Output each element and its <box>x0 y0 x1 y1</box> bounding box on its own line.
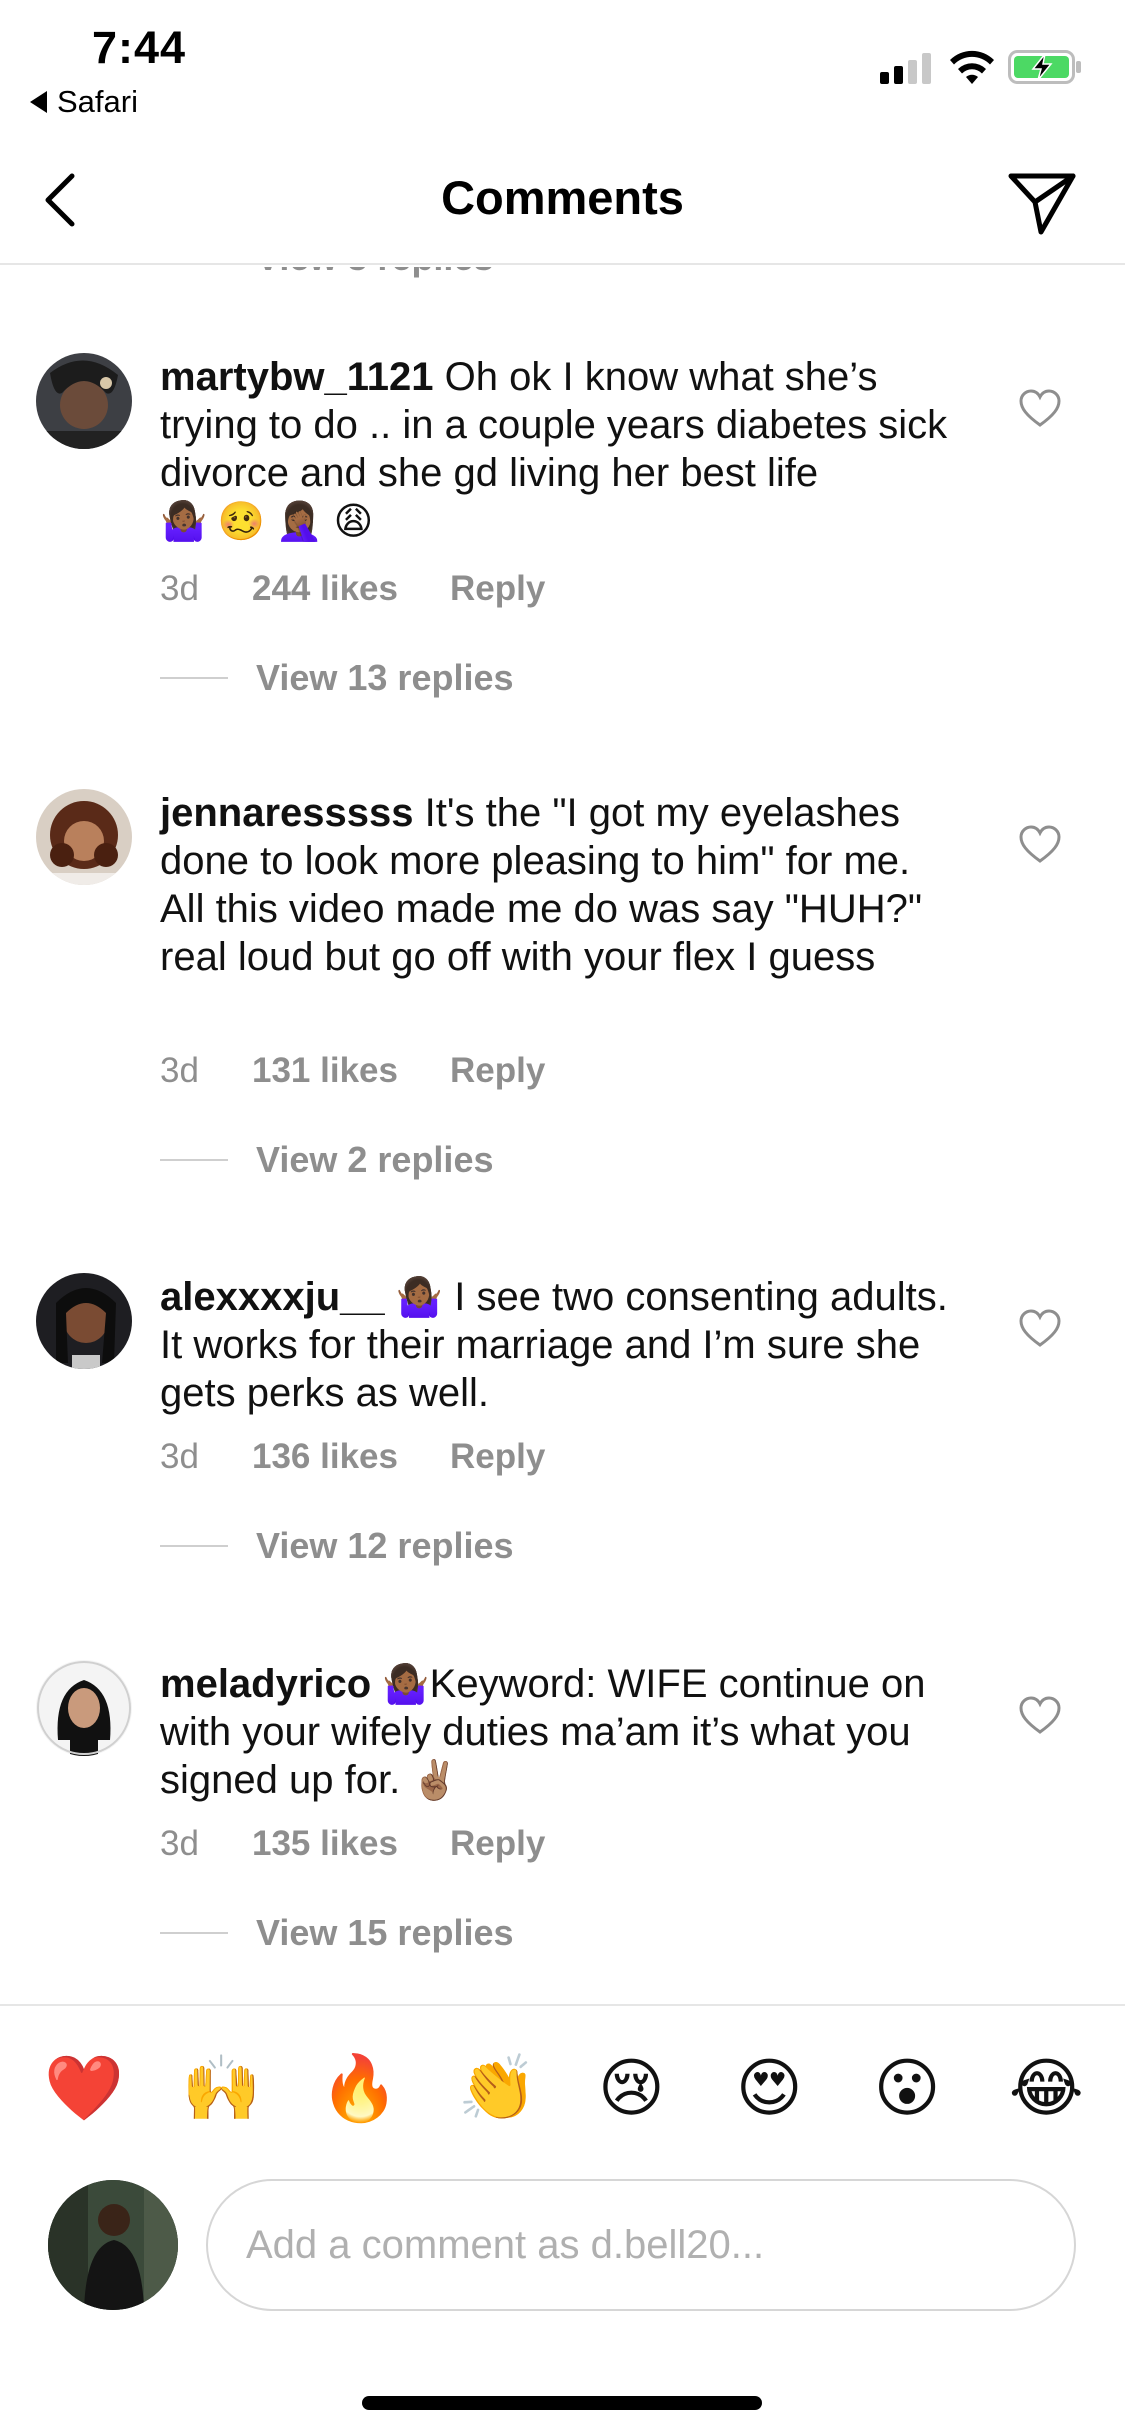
emoji-surprised-button[interactable]: 😮 <box>871 2052 943 2124</box>
emoji-laughing-button[interactable]: 😂 <box>1009 2052 1084 2124</box>
reply-button[interactable]: Reply <box>450 1824 545 1864</box>
view-replies-cutoff[interactable]: View 3 replies <box>256 267 493 279</box>
like-heart-icon[interactable] <box>1018 825 1062 865</box>
status-bar: 7:44 Safari <box>0 0 1125 140</box>
my-avatar <box>48 2180 178 2310</box>
comment-meta: 3d 136 likes Reply <box>160 1437 545 1477</box>
avatar[interactable] <box>36 789 132 885</box>
comment-time: 3d <box>160 1824 199 1863</box>
comment-likes[interactable]: 135 likes <box>252 1824 398 1864</box>
avatar[interactable] <box>36 1660 132 1756</box>
comment-body: alexxxxju__ 🤷🏾‍♀️ I see two consenting a… <box>160 1273 960 1417</box>
comment-time: 3d <box>160 1437 199 1476</box>
emoji-reaction-bar: ❤️ 🙌 🔥 👏 😢 😍 😮 😂 <box>0 2004 1125 2124</box>
comment-username[interactable]: martybw_1121 <box>160 355 434 399</box>
comment-meta: 3d 135 likes Reply <box>160 1824 545 1864</box>
comments-list[interactable]: View 3 replies martybw_1121 Oh ok I know… <box>0 267 1125 2004</box>
comment-time: 3d <box>160 569 199 608</box>
comment-username[interactable]: meladyrico <box>160 1662 371 1706</box>
replies-divider <box>160 1545 228 1547</box>
cellular-signal-icon <box>880 52 931 84</box>
comment-username[interactable]: jennaresssss <box>160 791 414 835</box>
view-replies-label: View 12 replies <box>256 1525 514 1566</box>
comment-likes[interactable]: 244 likes <box>252 569 398 609</box>
view-replies-button[interactable]: View 2 replies <box>160 1139 493 1181</box>
replies-divider <box>160 1932 228 1934</box>
comment-body: meladyrico 🤷🏾‍♀️Keyword: WIFE continue o… <box>160 1660 960 1804</box>
avatar[interactable] <box>36 353 132 449</box>
view-replies-button[interactable]: View 15 replies <box>160 1912 514 1954</box>
back-chevron-icon[interactable] <box>34 160 94 240</box>
comment-body: jennaresssss It's the "I got my eyelashe… <box>160 789 960 981</box>
emoji-clap-button[interactable]: 👏 <box>458 2052 538 2124</box>
emoji-heart-eyes-button[interactable]: 😍 <box>733 2052 805 2124</box>
emoji-heart-button[interactable]: ❤️ <box>44 2052 124 2124</box>
comment-composer <box>0 2170 1125 2320</box>
emoji-fire-button[interactable]: 🔥 <box>320 2052 400 2124</box>
page-title: Comments <box>441 171 684 224</box>
replies-divider <box>160 1159 228 1161</box>
view-replies-button[interactable]: View 13 replies <box>160 657 514 699</box>
like-heart-icon[interactable] <box>1018 1309 1062 1349</box>
avatar[interactable] <box>36 1273 132 1369</box>
comment-lead-emoji: 🤷🏾‍♀️ <box>395 1277 444 1319</box>
like-heart-icon[interactable] <box>1018 1696 1062 1736</box>
home-indicator[interactable] <box>362 2396 762 2410</box>
wifi-icon <box>950 50 994 84</box>
comment-lead-emoji: 🤷🏾‍♀️ <box>382 1664 430 1706</box>
reply-button[interactable]: Reply <box>450 569 545 609</box>
replies-divider <box>160 677 228 679</box>
comment-likes[interactable]: 136 likes <box>252 1437 398 1477</box>
send-direct-icon[interactable] <box>1005 166 1079 240</box>
comments-header: Comments <box>0 140 1125 265</box>
view-replies-label: View 15 replies <box>256 1912 514 1953</box>
back-to-app-link[interactable]: Safari <box>30 84 138 120</box>
comment-input[interactable] <box>206 2179 1076 2311</box>
comment-emojis: 🤷🏾‍♀️ 🥴 🤦🏾‍♀️ 😩 <box>160 501 374 543</box>
comment-meta: 3d 244 likes Reply <box>160 569 545 609</box>
battery-charging-icon <box>1008 50 1081 84</box>
emoji-crying-button[interactable]: 😢 <box>595 2052 667 2124</box>
status-time: 7:44 <box>92 22 187 73</box>
view-replies-label: View 2 replies <box>256 1139 494 1180</box>
comment-time: 3d <box>160 1051 199 1090</box>
comment-username[interactable]: alexxxxju__ <box>160 1275 385 1319</box>
view-replies-button[interactable]: View 12 replies <box>160 1525 514 1567</box>
comment-likes[interactable]: 131 likes <box>252 1051 398 1091</box>
reply-button[interactable]: Reply <box>450 1437 545 1477</box>
back-app-label: Safari <box>57 84 138 119</box>
like-heart-icon[interactable] <box>1018 389 1062 429</box>
back-triangle-icon <box>30 91 47 113</box>
reply-button[interactable]: Reply <box>450 1051 545 1091</box>
emoji-raised-hands-button[interactable]: 🙌 <box>182 2052 262 2124</box>
comment-body: martybw_1121 Oh ok I know what she’s try… <box>160 353 960 545</box>
comment-tail-emoji: ✌🏽 <box>411 1760 459 1802</box>
comment-meta: 3d 131 likes Reply <box>160 1051 545 1091</box>
view-replies-label: View 13 replies <box>256 657 514 698</box>
